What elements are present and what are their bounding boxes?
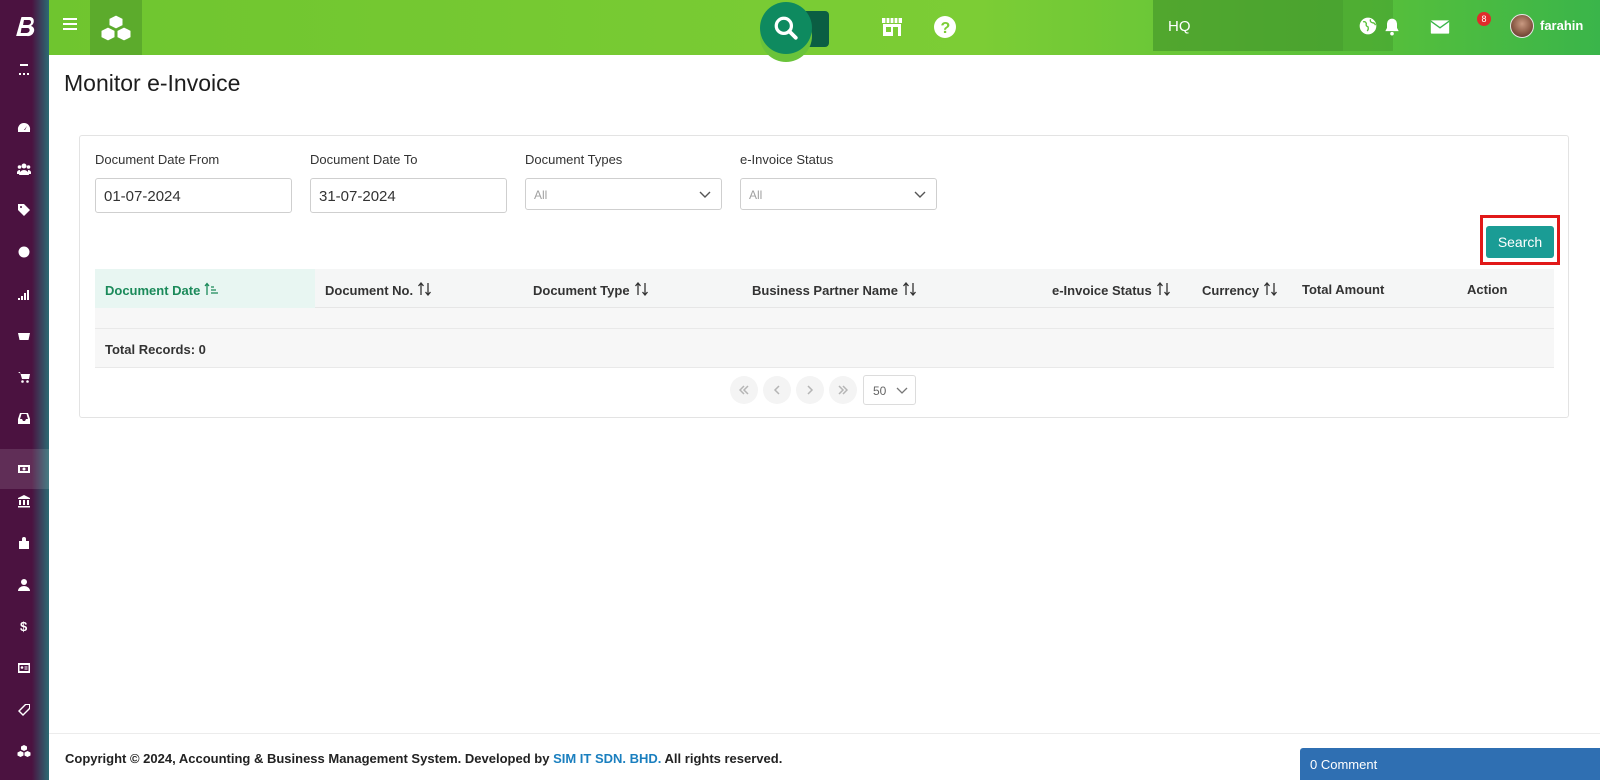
- cart-icon[interactable]: [14, 367, 34, 387]
- page-title: Monitor e-Invoice: [64, 70, 241, 96]
- double-chevron-left-icon: [739, 385, 749, 395]
- dashboard-icon[interactable]: [14, 118, 34, 138]
- globe-icon: [1359, 17, 1377, 34]
- date-to-input[interactable]: 31-07-2024: [310, 178, 507, 213]
- chevron-left-icon: [773, 385, 780, 395]
- avatar[interactable]: [1510, 14, 1534, 38]
- rights-text: All rights reserved.: [664, 751, 783, 766]
- column-header-currency[interactable]: Currency: [1202, 269, 1279, 308]
- column-header-label: Document Date: [105, 283, 201, 298]
- total-records: Total Records: 0: [95, 329, 1554, 368]
- mail-count-badge: 8: [1477, 12, 1491, 26]
- sidebar: $: [0, 0, 49, 780]
- page-size-value: 50: [873, 384, 887, 398]
- svg-text:$: $: [20, 619, 28, 633]
- search-button[interactable]: Search: [1486, 226, 1554, 258]
- footer-copyright: Copyright © 2024, Accounting & Business …: [65, 751, 782, 766]
- chevron-right-icon: [807, 385, 814, 395]
- date-to-label: Document Date To: [310, 152, 418, 167]
- modules-button[interactable]: [90, 0, 142, 55]
- tag-icon[interactable]: [14, 700, 34, 720]
- developer-link[interactable]: SIM IT SDN. BHD.: [553, 751, 661, 766]
- footer-divider: [49, 733, 1600, 734]
- column-header-action: Action: [1467, 282, 1508, 297]
- column-header-e-invoice-status[interactable]: e-Invoice Status: [1052, 269, 1172, 308]
- sort-ascending-icon: [204, 282, 219, 295]
- sort-icon: [902, 282, 916, 296]
- column-header-label: Document Type: [533, 283, 630, 298]
- svg-text:?: ?: [941, 20, 951, 37]
- dollar-icon[interactable]: $: [14, 616, 34, 636]
- double-chevron-right-icon: [838, 385, 848, 395]
- chevron-down-icon: [896, 387, 908, 394]
- user-icon[interactable]: [14, 575, 34, 595]
- column-header-document-date[interactable]: Document Date: [95, 269, 315, 308]
- search-icon: [774, 16, 798, 40]
- inbox-icon[interactable]: [14, 408, 34, 428]
- copyright-text: Copyright © 2024, Accounting & Business …: [65, 751, 550, 766]
- column-header-document-no[interactable]: Document No.: [325, 269, 433, 308]
- app-logo[interactable]: [13, 14, 35, 42]
- column-header-document-type[interactable]: Document Type: [533, 269, 650, 308]
- date-from-label: Document Date From: [95, 152, 220, 167]
- next-page-button[interactable]: [796, 376, 824, 404]
- previous-page-button[interactable]: [763, 376, 791, 404]
- bell-icon[interactable]: [1379, 14, 1405, 40]
- e-invoice-status-select[interactable]: All: [740, 178, 937, 210]
- basket-icon[interactable]: [14, 325, 34, 345]
- top-header: ? HQ 8 farahin: [49, 0, 1600, 55]
- id-card-icon[interactable]: [14, 658, 34, 678]
- cubes-icon: [100, 13, 132, 42]
- chevron-down-icon: [699, 191, 711, 198]
- bank-icon[interactable]: [14, 491, 34, 511]
- mail-icon[interactable]: [1427, 14, 1453, 40]
- shopping-bag-icon[interactable]: [14, 533, 34, 553]
- column-header-business-partner-name[interactable]: Business Partner Name: [752, 269, 918, 308]
- last-page-button[interactable]: [829, 376, 857, 404]
- page-size-select[interactable]: 50: [863, 375, 916, 405]
- global-search-button[interactable]: [760, 2, 812, 54]
- e-invoice-status-label: e-Invoice Status: [740, 152, 834, 167]
- sort-icon: [634, 282, 648, 296]
- tags-icon[interactable]: [14, 200, 34, 220]
- sort-icon: [418, 282, 432, 296]
- store-icon[interactable]: [879, 14, 905, 40]
- document-types-value: All: [534, 188, 548, 202]
- chevron-down-icon: [914, 191, 926, 198]
- column-header-label: e-Invoice Status: [1052, 283, 1152, 298]
- username[interactable]: farahin: [1540, 18, 1583, 33]
- column-header-label: Business Partner Name: [752, 283, 898, 298]
- column-header-label: Currency: [1202, 283, 1260, 298]
- menu-toggle-icon[interactable]: [63, 18, 77, 32]
- column-header-label: Document No.: [325, 283, 414, 298]
- date-from-input[interactable]: 01-07-2024: [95, 178, 292, 213]
- sort-icon: [1264, 282, 1278, 296]
- column-header-total-amount: Total Amount: [1302, 282, 1385, 297]
- table-empty-row: [95, 308, 1554, 329]
- collapse-icon[interactable]: [14, 60, 34, 80]
- e-invoice-status-value: All: [749, 188, 763, 202]
- first-page-button[interactable]: [730, 376, 758, 404]
- circle-icon[interactable]: [14, 242, 34, 262]
- document-types-select[interactable]: All: [525, 178, 722, 210]
- comment-button[interactable]: 0 Comment: [1300, 748, 1600, 780]
- help-icon[interactable]: ?: [932, 14, 958, 40]
- signal-icon[interactable]: [14, 284, 34, 304]
- sort-icon: [1156, 282, 1170, 296]
- branch-selector[interactable]: HQ: [1153, 0, 1343, 51]
- users-icon[interactable]: [14, 159, 34, 179]
- money-icon[interactable]: [14, 459, 34, 479]
- cubes-icon[interactable]: [14, 741, 34, 761]
- document-types-label: Document Types: [525, 152, 623, 167]
